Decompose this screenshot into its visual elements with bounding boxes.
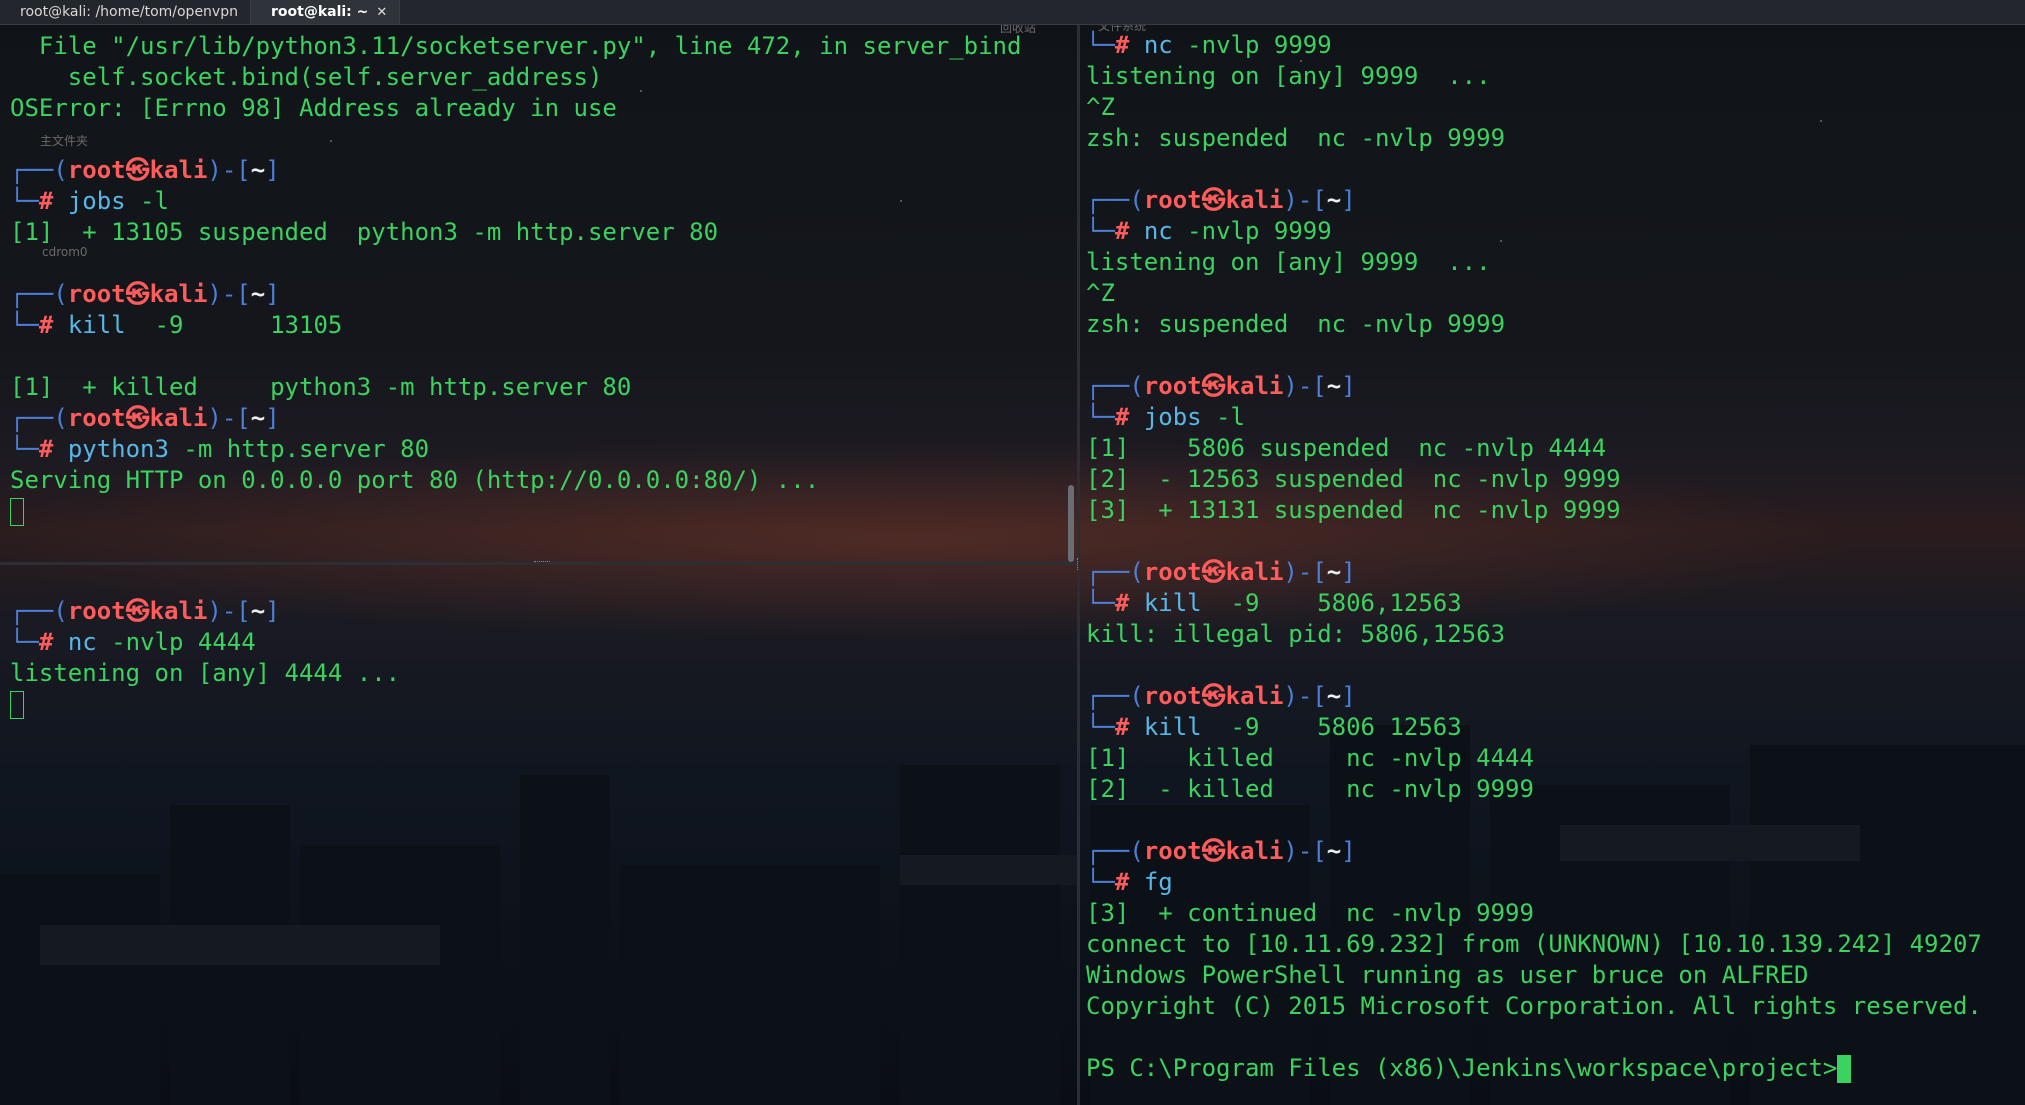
command-line: └─# kill -9 5806,12563 <box>1086 589 1462 617</box>
skull-icon: ㉿ <box>125 280 150 308</box>
command-line: └─# python3 -m http.server 80 <box>10 435 430 463</box>
close-icon[interactable]: ✕ <box>376 5 387 20</box>
skull-icon: ㉿ <box>125 404 150 432</box>
tab-home[interactable]: root@kali: ~ ✕ <box>250 0 401 24</box>
terminal-cursor <box>1837 1055 1852 1083</box>
command-line: └─# fg <box>1086 868 1173 896</box>
output-line: [1] 5806 suspended nc -nvlp 4444 <box>1086 434 1607 462</box>
output-line: [1] + killed python3 -m http.server 80 <box>10 373 632 401</box>
scrollbar[interactable] <box>1068 485 1074 562</box>
output-line: listening on [any] 4444 ... <box>10 659 401 687</box>
command-line: └─# kill -9 5806 12563 <box>1086 713 1462 741</box>
cursor-line <box>10 689 400 720</box>
output-line: [1] + 13105 suspended python3 -m http.se… <box>10 218 719 246</box>
powershell-prompt-line: PS C:\Program Files (x86)\Jenkins\worksp… <box>1086 1053 1982 1084</box>
skull-icon: ㉿ <box>1201 186 1226 214</box>
terminal-pane-bottom-left[interactable]: ┌──(root㉿kali)-[~] └─# nc -nvlp 4444 lis… <box>0 566 1076 1105</box>
output-line: [3] + continued nc -nvlp 9999 <box>1086 899 1534 927</box>
prompt-line: ┌──(root㉿kali)-[~] <box>1086 372 1356 400</box>
resize-handle[interactable] <box>534 561 550 564</box>
command-line: └─# kill -9 13105 <box>10 311 343 339</box>
prompt-line: ┌──(root㉿kali)-[~] <box>10 156 280 184</box>
skull-icon: ㉿ <box>1201 837 1226 865</box>
output-line: ^Z <box>1086 93 1115 121</box>
output-line: [3] + 13131 suspended nc -nvlp 9999 <box>1086 496 1621 524</box>
output-line: OSError: [Errno 98] Address already in u… <box>10 94 617 122</box>
prompt-line: ┌──(root㉿kali)-[~] <box>10 597 280 625</box>
prompt-line: ┌──(root㉿kali)-[~] <box>1086 558 1356 586</box>
output-line: Copyright (C) 2015 Microsoft Corporation… <box>1086 992 1982 1020</box>
terminal-pane-right[interactable]: └─# nc -nvlp 9999 listening on [any] 999… <box>1080 25 2025 1105</box>
tab-openvpn[interactable]: root@kali: /home/tom/openvpn <box>0 0 251 24</box>
skull-icon: ㉿ <box>1201 372 1226 400</box>
skull-icon: ㉿ <box>125 156 150 184</box>
output-line: zsh: suspended nc -nvlp 9999 <box>1086 124 1506 152</box>
skull-icon: ㉿ <box>1201 558 1226 586</box>
output-line: ^Z <box>1086 279 1115 307</box>
output-line: listening on [any] 9999 ... <box>1086 248 1491 276</box>
tab-title: root@kali: /home/tom/openvpn <box>20 4 238 20</box>
prompt-line: ┌──(root㉿kali)-[~] <box>1086 837 1356 865</box>
prompt-line: ┌──(root㉿kali)-[~] <box>10 404 280 432</box>
output-line: kill: illegal pid: 5806,12563 <box>1086 620 1506 648</box>
output-line: listening on [any] 9999 ... <box>1086 62 1491 90</box>
output-line: Serving HTTP on 0.0.0.0 port 80 (http://… <box>10 466 820 494</box>
terminal-tab-bar: root@kali: /home/tom/openvpn root@kali: … <box>0 0 2025 25</box>
command-line: └─# jobs -l <box>1086 403 1245 431</box>
skull-icon: ㉿ <box>125 597 150 625</box>
terminal-pane-top-left[interactable]: File "/usr/lib/python3.11/socketserver.p… <box>0 25 1076 562</box>
output-line: connect to [10.11.69.232] from (UNKNOWN)… <box>1086 930 1982 958</box>
command-line: └─# nc -nvlp 9999 <box>1086 217 1332 245</box>
output-line: [2] - killed nc -nvlp 9999 <box>1086 775 1534 803</box>
command-line: └─# jobs -l <box>10 187 169 215</box>
tab-title: root@kali: ~ <box>270 4 369 20</box>
prompt-line: ┌──(root㉿kali)-[~] <box>1086 186 1356 214</box>
output-line: [2] - 12563 suspended nc -nvlp 9999 <box>1086 465 1621 493</box>
prompt-line: ┌──(root㉿kali)-[~] <box>1086 682 1356 710</box>
output-line: [1] killed nc -nvlp 4444 <box>1086 744 1534 772</box>
prompt-line: ┌──(root㉿kali)-[~] <box>10 280 280 308</box>
command-line: └─# nc -nvlp 4444 <box>10 628 256 656</box>
terminal-cursor <box>10 691 24 719</box>
output-line: File "/usr/lib/python3.11/socketserver.p… <box>10 32 1022 60</box>
output-line: zsh: suspended nc -nvlp 9999 <box>1086 310 1506 338</box>
skull-icon: ㉿ <box>1201 682 1226 710</box>
terminal-cursor <box>10 498 24 526</box>
output-line: Windows PowerShell running as user bruce… <box>1086 961 1809 989</box>
command-line: └─# nc -nvlp 9999 <box>1086 31 1332 59</box>
cursor-line <box>10 496 1021 527</box>
output-line: self.socket.bind(self.server_address) <box>10 63 603 91</box>
